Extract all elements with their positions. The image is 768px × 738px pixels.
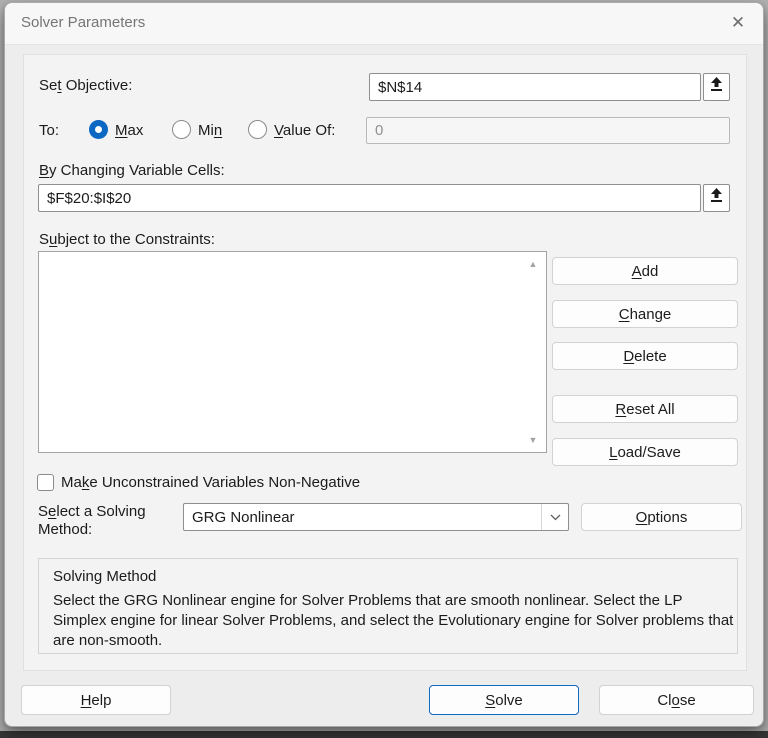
dialog-title: Solver Parameters [21,14,146,31]
radio-dot [95,126,102,133]
help-button[interactable]: Help [21,685,171,715]
objective-cell-input[interactable]: $N$14 [369,73,701,101]
collapse-dialog-icon [710,77,723,97]
value-of-radio-label[interactable]: Value Of: [274,122,335,139]
non-negative-label[interactable]: Make Unconstrained Variables Non-Negativ… [61,474,360,491]
min-radio[interactable] [172,120,191,139]
scroll-up-icon[interactable]: ▲ [526,258,540,270]
solve-button[interactable]: Solve [429,685,579,715]
scroll-down-icon[interactable]: ▼ [526,434,540,446]
variable-cells-label: By Changing Variable Cells: [39,162,225,179]
background-strip [0,731,768,738]
constraints-label: Subject to the Constraints: [39,231,215,248]
title-bar[interactable]: Solver Parameters ✕ [5,3,763,45]
add-button[interactable]: Add [552,257,738,285]
to-label: To: [39,122,60,139]
value-of-input: 0 [366,117,730,144]
variable-cells-range-picker-button[interactable] [703,184,730,212]
load-save-button[interactable]: Load/Save [552,438,738,466]
chevron-down-icon[interactable] [541,504,568,530]
constraints-listbox[interactable]: ▲ ▼ [38,251,547,453]
solver-parameters-dialog: Solver Parameters ✕ Set Objective: $N$14… [4,2,764,727]
objective-range-picker-button[interactable] [703,73,730,101]
options-button[interactable]: Options [581,503,742,531]
solving-method-dropdown[interactable]: GRG Nonlinear [183,503,569,531]
change-button[interactable]: Change [552,300,738,328]
delete-button[interactable]: Delete [552,342,738,370]
dropdown-selected-value: GRG Nonlinear [192,508,295,526]
variable-cells-input[interactable]: $F$20:$I$20 [38,184,701,212]
max-radio[interactable] [89,120,108,139]
set-objective-label: Set Objective: [39,77,133,94]
groupbox-title: Solving Method [53,568,157,585]
non-negative-checkbox[interactable] [37,474,54,491]
solving-method-label: Select a Solving Method: [38,503,146,538]
reset-all-button[interactable]: Reset All [552,395,738,423]
min-radio-label[interactable]: Min [198,122,222,139]
solving-method-description: Select the GRG Nonlinear engine for Solv… [53,592,734,649]
close-icon[interactable]: ✕ [721,8,755,38]
collapse-dialog-icon [710,188,723,208]
max-radio-label[interactable]: Max [115,122,143,139]
value-of-radio[interactable] [248,120,267,139]
close-button[interactable]: Close [599,685,754,715]
